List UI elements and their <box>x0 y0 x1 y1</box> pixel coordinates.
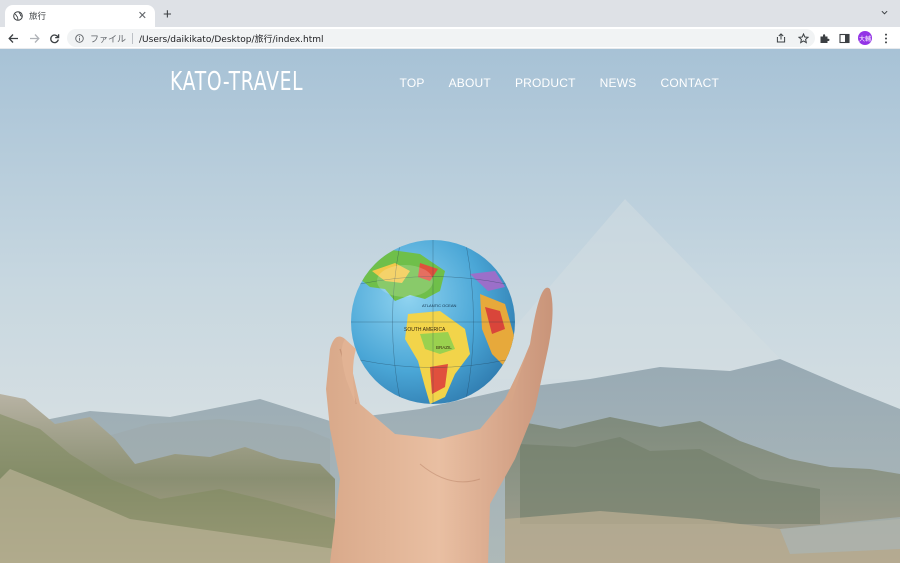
more-vert-icon[interactable] <box>880 32 892 44</box>
global-nav: TOP ABOUT PRODUCT NEWS CONTACT <box>400 76 719 90</box>
tab-strip: 旅行 ✕ + <box>0 0 900 27</box>
site-logo[interactable]: KATO-TRAVEL <box>170 67 303 97</box>
browser-toolbar: ファイル /Users/daikikato/Desktop/旅行/index.h… <box>0 27 900 49</box>
tab-title: 旅行 <box>29 12 47 22</box>
reload-button[interactable] <box>47 31 61 45</box>
chevron-down-icon[interactable] <box>881 9 888 16</box>
url-text[interactable]: /Users/daikikato/Desktop/旅行/index.html <box>139 32 324 45</box>
puzzle-icon[interactable] <box>818 32 830 44</box>
divider <box>132 32 134 44</box>
address-bar[interactable]: ファイル /Users/daikikato/Desktop/旅行/index.h… <box>67 29 815 47</box>
nav-item-about[interactable]: ABOUT <box>449 76 491 90</box>
globe-icon <box>13 11 23 21</box>
globe-label-atlantic: ATLANTIC OCEAN <box>422 303 456 308</box>
page-viewport: SOUTH AMERICA BRAZIL ATLANTIC OCEAN KATO… <box>0 49 900 563</box>
back-button[interactable] <box>6 31 20 45</box>
reload-icon <box>49 33 59 43</box>
close-icon[interactable]: ✕ <box>138 10 147 22</box>
plus-icon[interactable]: + <box>163 7 172 22</box>
arrow-right-icon <box>29 33 40 43</box>
nav-item-product[interactable]: PRODUCT <box>515 76 576 90</box>
nav-item-contact[interactable]: CONTACT <box>660 76 719 90</box>
scheme-label: ファイル <box>90 34 127 45</box>
share-icon[interactable] <box>775 32 787 44</box>
browser-tab[interactable]: 旅行 ✕ <box>5 5 155 27</box>
globe-label-brazil: BRAZIL <box>436 345 452 350</box>
forward-button[interactable] <box>27 31 41 45</box>
star-icon[interactable] <box>797 32 809 44</box>
side-panel-icon[interactable] <box>838 32 850 44</box>
nav-item-top[interactable]: TOP <box>400 76 425 90</box>
arrow-left-icon <box>7 33 18 43</box>
info-icon[interactable] <box>75 33 84 43</box>
nav-item-news[interactable]: NEWS <box>600 76 637 90</box>
globe-label-south-america: SOUTH AMERICA <box>404 327 446 333</box>
site-header: KATO-TRAVEL TOP ABOUT PRODUCT NEWS CONTA… <box>0 49 900 129</box>
avatar[interactable]: 大輔 <box>858 31 872 45</box>
